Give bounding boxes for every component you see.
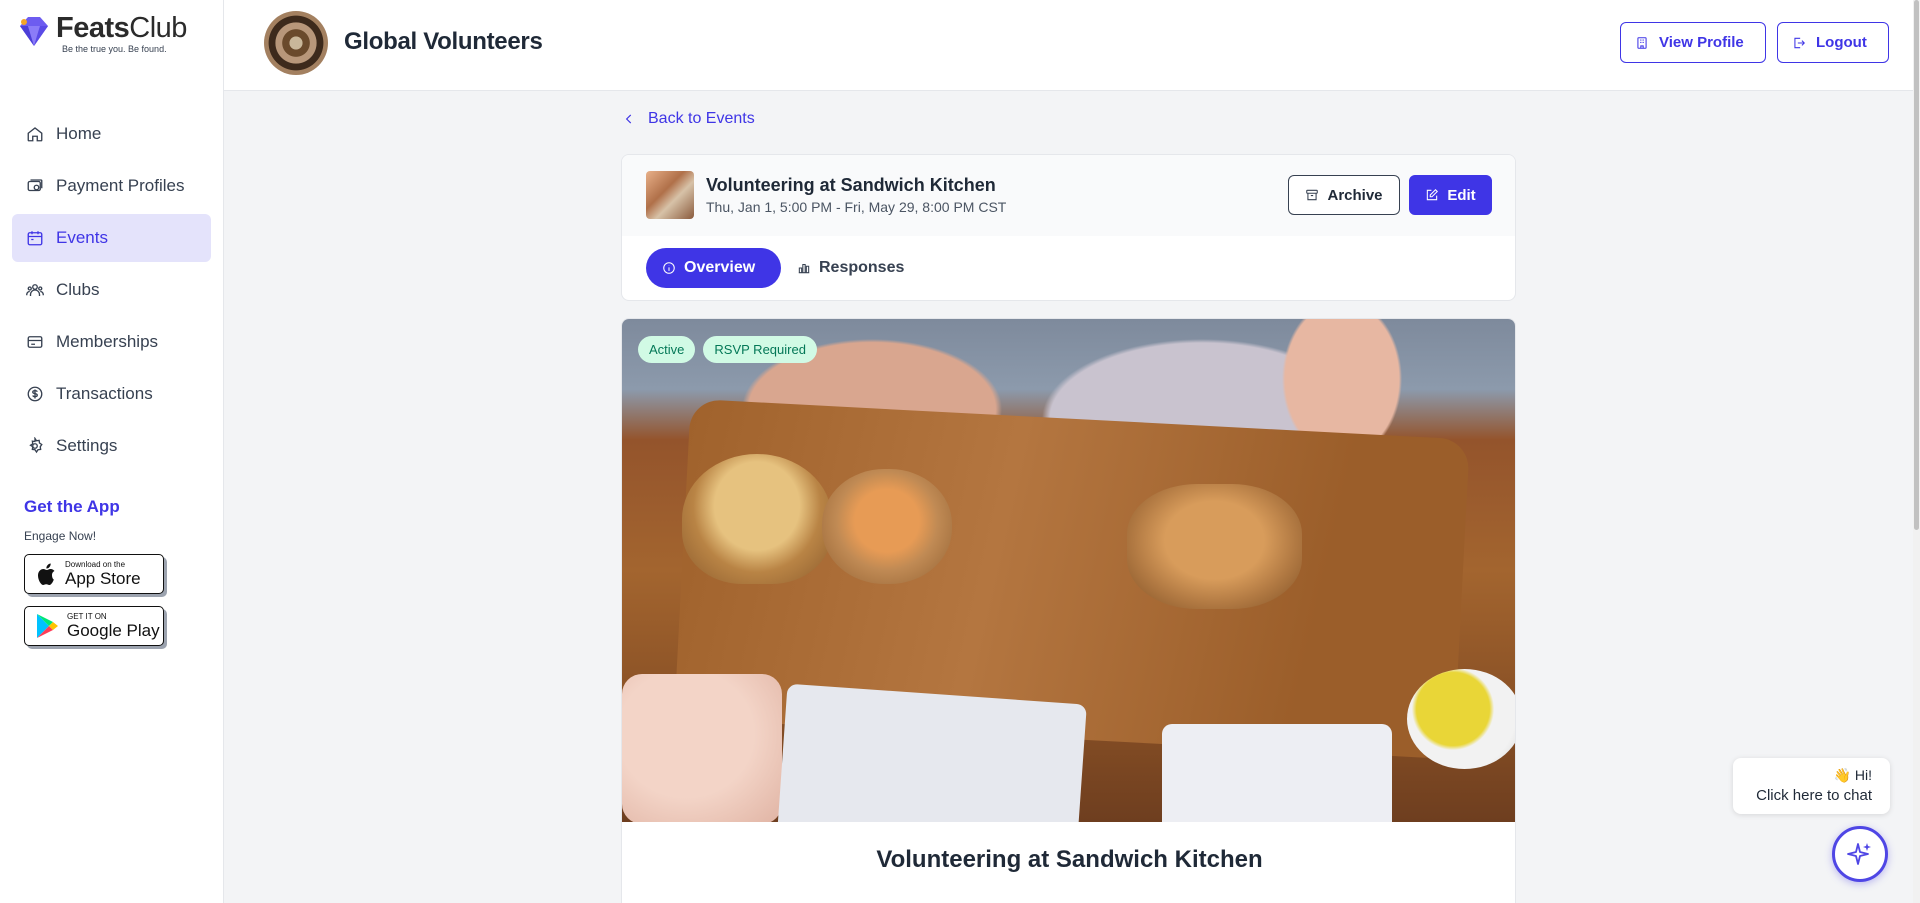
sidebar-item-events[interactable]: Events [12,214,211,262]
logo-wordmark: FeatsClub [56,12,187,44]
sidebar-item-label: Transactions [56,384,153,403]
app-store-big-text: App Store [65,569,141,588]
scrollbar-thumb[interactable] [1914,0,1919,530]
event-header: Volunteering at Sandwich Kitchen Thu, Ja… [622,155,1515,236]
dollar-icon [25,384,45,404]
edit-button[interactable]: Edit [1409,175,1492,215]
sidebar-item-memberships[interactable]: Memberships [12,318,211,366]
chevron-left-icon [625,114,632,124]
photo-plate [777,683,1087,822]
info-icon [663,262,675,274]
logo-tagline: Be the true you. Be found. [62,44,167,54]
sidebar-nav: Home Payment Profiles Events Clubs Membe… [12,110,211,474]
event-overview-card: Active RSVP Required Volunteering at San… [621,318,1516,903]
chat-greeting: 👋 Hi! [1833,767,1872,783]
app-store-badge[interactable]: Download on the App Store [24,554,164,594]
sparkle-icon [1847,843,1871,865]
gear-icon [25,436,45,456]
photo-sandwich-open [682,454,832,584]
diamond-logo-icon [20,17,48,46]
chat-launcher-button[interactable] [1832,826,1888,882]
edit-label: Edit [1447,186,1476,204]
sidebar-item-settings[interactable]: Settings [12,422,211,470]
get-the-app-section: Get the App Engage Now! [24,497,120,543]
tab-overview-label: Overview [684,259,756,276]
tab-responses[interactable]: Responses [781,248,920,288]
event-date-range: Thu, Jan 1, 5:00 PM - Fri, May 29, 8:00 … [706,199,1007,215]
google-play-small-text: GET IT ON [67,612,107,621]
edit-icon [1427,189,1439,201]
google-play-text: GET IT ON Google Play [67,612,160,640]
status-badge-rsvp: RSVP Required [703,336,817,363]
google-play-badge[interactable]: GET IT ON Google Play [24,606,164,646]
photo-plate-2 [1162,724,1392,822]
sidebar-item-label: Home [56,124,102,143]
event-overview-title: Volunteering at Sandwich Kitchen [876,846,1263,873]
google-play-big-text: Google Play [67,621,160,640]
archive-button[interactable]: Archive [1288,175,1400,215]
chat-cta: Click here to chat [1756,787,1872,804]
archive-label: Archive [1327,186,1383,204]
archive-icon [1306,189,1319,201]
top-header: Global Volunteers View Profile Logout [224,0,1913,91]
event-tabs: Overview Responses [646,248,920,288]
app-store-text: Download on the App Store [65,560,141,588]
card-icon [25,332,45,352]
sidebar-item-label: Events [56,228,108,247]
chat-prompt-bubble[interactable]: 👋 Hi! Click here to chat [1733,758,1890,814]
event-title: Volunteering at Sandwich Kitchen [706,175,996,195]
event-thumbnail [646,171,694,219]
get-app-subtitle: Engage Now! [24,529,97,543]
sidebar-item-transactions[interactable]: Transactions [12,370,211,418]
logout-icon [1794,37,1805,48]
logout-button[interactable]: Logout [1777,22,1889,63]
view-profile-label: View Profile [1659,34,1744,51]
sidebar-item-label: Clubs [56,280,100,299]
app-store-small-text: Download on the [65,560,126,569]
building-icon [1637,36,1647,49]
tab-overview[interactable]: Overview [646,248,781,288]
logo-text: FeatsClub Be the true you. Be found. [56,12,187,54]
back-to-events-link[interactable]: Back to Events [622,110,755,128]
status-badge-active: Active [638,336,696,363]
page-scrollbar[interactable] [1913,0,1920,903]
photo-pepper-bowl [1407,669,1515,769]
google-play-icon [37,614,58,638]
apple-icon [38,563,55,585]
sidebar-item-clubs[interactable]: Clubs [12,266,211,314]
users-icon [25,280,45,300]
featsclub-logo[interactable]: FeatsClub Be the true you. Be found. [14,12,187,54]
sidebar-item-label: Payment Profiles [56,176,185,195]
back-to-events-label: Back to Events [648,110,755,127]
view-profile-button[interactable]: View Profile [1620,22,1766,63]
get-app-title: Get the App [24,497,120,516]
photo-toast-slice [822,469,952,584]
calendar-icon [25,228,45,248]
event-header-card: Volunteering at Sandwich Kitchen Thu, Ja… [621,154,1516,301]
photo-sandwich-closed [1127,484,1302,609]
tab-responses-label: Responses [819,259,905,276]
photo-sliced-meat [622,674,782,822]
club-name: Global Volunteers [344,28,543,55]
payment-profiles-icon [25,176,45,196]
sidebar-item-payment-profiles[interactable]: Payment Profiles [12,162,211,210]
bar-chart-icon [798,263,810,274]
sidebar: FeatsClub Be the true you. Be found. Hom… [0,0,224,903]
status-badges: Active RSVP Required [638,336,825,363]
club-avatar[interactable] [264,11,328,75]
logout-label: Logout [1816,34,1867,51]
home-icon [25,124,45,144]
sidebar-item-label: Settings [56,436,118,455]
event-cover-photo: Active RSVP Required [622,319,1515,822]
sidebar-item-label: Memberships [56,332,159,351]
sidebar-item-home[interactable]: Home [12,110,211,158]
